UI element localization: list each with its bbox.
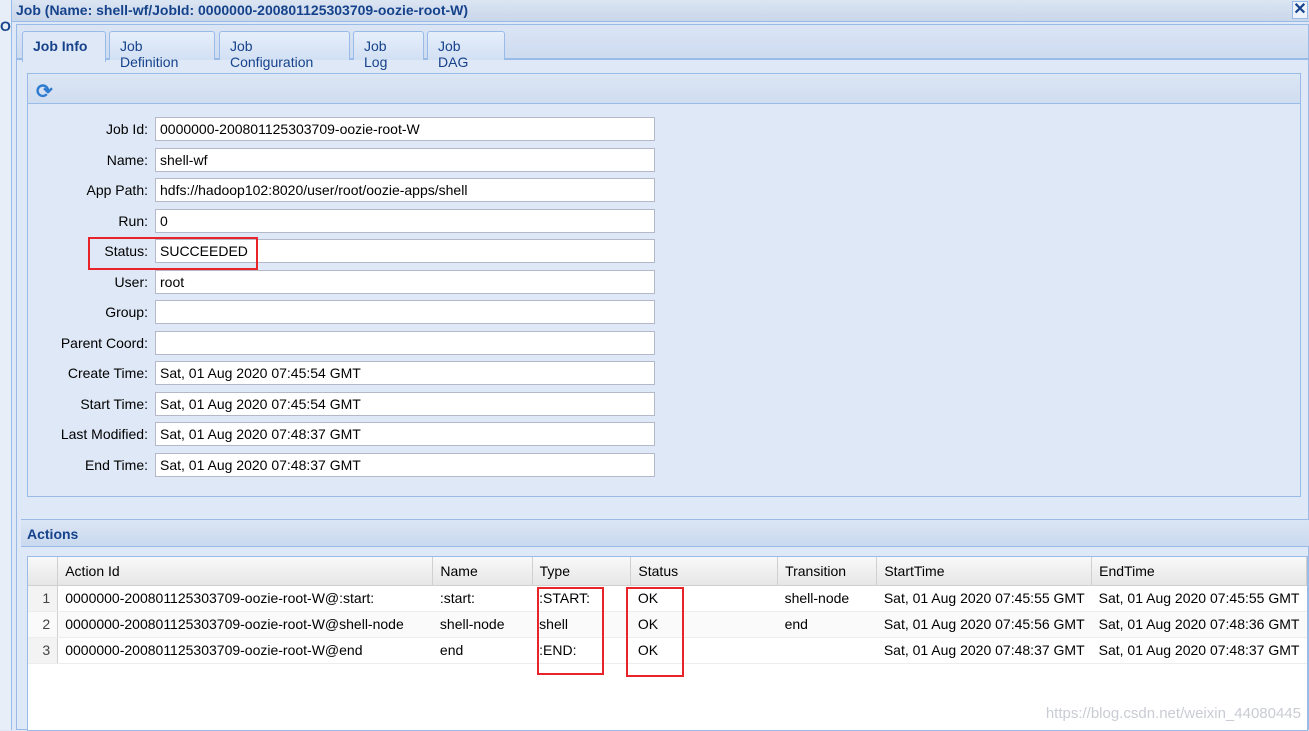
- tab-job-info[interactable]: Job Info: [22, 31, 106, 62]
- form-row: App Path: hdfs://hadoop102:8020/user/root…: [28, 178, 728, 202]
- field-input[interactable]: root: [155, 269, 655, 294]
- watermark: https://blog.csdn.net/weixin_44080445: [1045, 705, 1301, 722]
- col-name[interactable]: Name: [432, 557, 533, 586]
- field-label: Group:: [105, 304, 148, 320]
- table-cell: shell-node: [777, 585, 877, 612]
- tab-job-log[interactable]: Job Log: [353, 31, 424, 70]
- table-cell: 0000000-200801125303709-oozie-root-W@end: [57, 637, 433, 664]
- grid-header-row: Action Id Name Type Status Transition St…: [28, 557, 1307, 586]
- table-cell: end: [777, 611, 877, 638]
- close-icon[interactable]: ✕: [1292, 1, 1308, 19]
- form-row: User: root: [28, 269, 728, 294]
- table-cell: Sat, 01 Aug 2020 07:45:55 GMT: [1091, 585, 1307, 612]
- table-cell: 0000000-200801125303709-oozie-root-W@:st…: [57, 585, 433, 612]
- form-row: Group:: [28, 300, 728, 324]
- row-number: 1: [28, 585, 59, 612]
- col-rownum: [28, 557, 59, 586]
- row-number: 2: [28, 611, 59, 638]
- actions-header: Actions: [21, 519, 1309, 547]
- field-input[interactable]: hdfs://hadoop102:8020/user/root/oozie-ap…: [155, 178, 655, 202]
- refresh-icon[interactable]: ⟳: [36, 81, 53, 103]
- table-cell: [777, 637, 877, 664]
- window-title-bar[interactable]: Job (Name: shell-wf/JobId: 0000000-20080…: [12, 0, 1309, 22]
- table-cell: :start:: [432, 585, 533, 612]
- form-row: Job Id: 0000000-200801125303709-oozie-roo…: [28, 117, 728, 141]
- field-input[interactable]: [155, 330, 655, 355]
- col-starttime[interactable]: StartTime: [876, 557, 1093, 586]
- table-cell: Sat, 01 Aug 2020 07:45:56 GMT: [876, 611, 1092, 638]
- toolbar: ⟳: [28, 74, 1300, 104]
- table-cell: Sat, 01 Aug 2020 07:48:37 GMT: [1091, 637, 1307, 664]
- field-label: Name:: [106, 151, 148, 168]
- tab-job-dag[interactable]: Job DAG: [427, 31, 505, 70]
- field-label: Job Id:: [105, 121, 148, 137]
- form-row: End Time: Sat, 01 Aug 2020 07:48:37 GMT: [28, 452, 728, 477]
- row-number: 3: [28, 637, 59, 664]
- col-action-id[interactable]: Action Id: [57, 557, 434, 586]
- job-info-panel: ⟳ Job Id: 0000000-200801125303709-oozie-r…: [27, 73, 1301, 497]
- field-label: Create Time:: [67, 365, 148, 381]
- field-input[interactable]: shell-wf: [155, 147, 655, 172]
- window-title: Job (Name: shell-wf/JobId: 0000000-20080…: [16, 2, 469, 18]
- console-initial: O: [0, 18, 11, 34]
- col-transition[interactable]: Transition: [777, 557, 878, 586]
- tab-job-configuration[interactable]: Job Configuration: [219, 31, 350, 70]
- field-label: Parent Coord:: [60, 334, 148, 351]
- field-input[interactable]: Sat, 01 Aug 2020 07:48:37 GMT: [155, 422, 655, 446]
- col-endtime[interactable]: EndTime: [1091, 557, 1307, 586]
- field-label: User:: [114, 273, 148, 290]
- field-input[interactable]: Sat, 01 Aug 2020 07:45:54 GMT: [155, 361, 655, 385]
- field-input[interactable]: 0: [155, 208, 655, 233]
- field-input[interactable]: [155, 300, 655, 324]
- form-row: Name: shell-wf: [28, 147, 728, 172]
- table-cell: end: [432, 637, 533, 664]
- field-input[interactable]: Sat, 01 Aug 2020 07:45:54 GMT: [155, 391, 655, 416]
- job-window: Job Info Job Definition Job Configuratio…: [16, 24, 1309, 731]
- table-cell: Sat, 01 Aug 2020 07:45:55 GMT: [876, 585, 1092, 612]
- tab-bar: Job Info Job Definition Job Configuratio…: [17, 25, 1308, 70]
- field-label: End Time:: [84, 456, 148, 473]
- field-label: App Path:: [86, 182, 149, 198]
- col-status[interactable]: Status: [630, 557, 779, 586]
- status-highlight: [88, 237, 258, 270]
- field-label: Start Time:: [80, 395, 148, 412]
- table-cell: Sat, 01 Aug 2020 07:48:37 GMT: [876, 637, 1092, 664]
- col-type[interactable]: Type: [532, 557, 632, 586]
- field-label: Run:: [118, 212, 148, 229]
- field-input[interactable]: Sat, 01 Aug 2020 07:48:37 GMT: [155, 452, 655, 477]
- table-cell: 0000000-200801125303709-oozie-root-W@she…: [57, 611, 433, 638]
- field-input[interactable]: 0000000-200801125303709-oozie-root-W: [155, 117, 655, 141]
- table-cell: Sat, 01 Aug 2020 07:48:36 GMT: [1091, 611, 1307, 638]
- type-highlight: [537, 587, 604, 675]
- field-label: Last Modified:: [60, 426, 148, 442]
- tab-job-definition[interactable]: Job Definition: [109, 31, 215, 70]
- form-row: Create Time: Sat, 01 Aug 2020 07:45:54 GM…: [28, 361, 728, 385]
- form-row: Parent Coord:: [28, 330, 728, 355]
- form-row: Run: 0: [28, 208, 728, 233]
- status-column-highlight: [626, 587, 684, 677]
- form-row: Last Modified: Sat, 01 Aug 2020 07:48:37 …: [28, 422, 728, 446]
- form-row: Start Time: Sat, 01 Aug 2020 07:45:54 GMT: [28, 391, 728, 416]
- table-cell: shell-node: [432, 611, 533, 638]
